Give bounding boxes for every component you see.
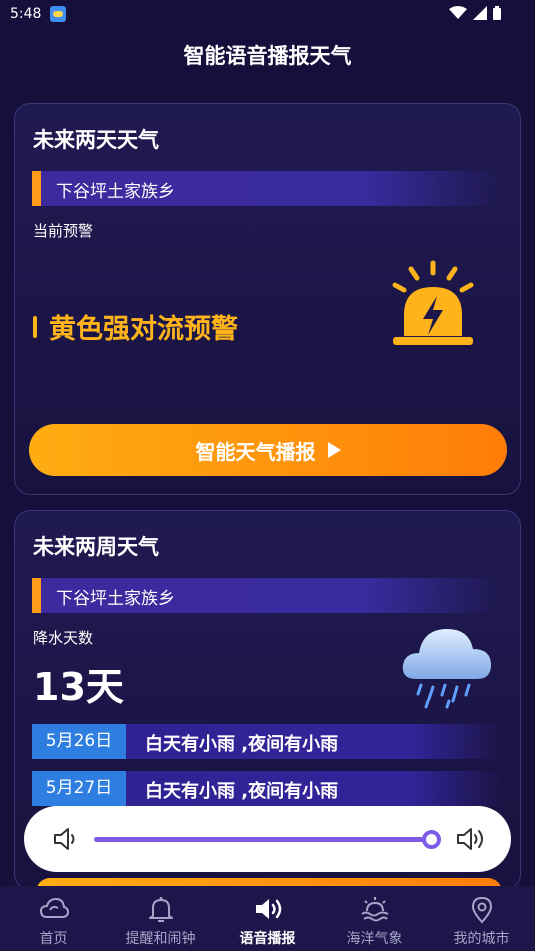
card-title: 未来两天天气 xyxy=(33,128,159,152)
cloud-icon xyxy=(39,897,69,918)
battery-icon xyxy=(493,6,501,20)
nav-item-my-cities[interactable]: 我的城市 xyxy=(428,886,535,951)
location-bar: 下谷坪土家族乡 xyxy=(32,578,502,613)
location-name: 下谷坪土家族乡 xyxy=(56,182,175,202)
sunrise-sea-icon xyxy=(360,897,388,922)
app-screen: 5:48 智能语音播报天气 未来两天天气 下谷坪土家族乡 当前预警 黄色强对流预… xyxy=(0,0,535,951)
nav-item-home[interactable]: 首页 xyxy=(0,886,107,951)
warning-value: 黄色强对流预警 xyxy=(49,314,238,345)
location-pin-icon xyxy=(471,896,492,924)
forecast-desc: 白天有小雨 ,夜间有小雨 xyxy=(145,781,339,802)
rain-cloud-icon xyxy=(402,629,491,709)
volume-panel xyxy=(24,806,511,872)
bottom-navigation: 首页 提醒和闹钟 语音播报 海洋气象 我的城市 xyxy=(0,886,535,951)
broadcast-button-label: 智能天气播报 xyxy=(195,439,316,464)
warning-accent xyxy=(33,315,37,338)
status-bar: 5:48 xyxy=(0,0,535,30)
warning-text: 黄色强对流预警 xyxy=(33,307,238,346)
volume-slider[interactable] xyxy=(94,830,442,849)
two-day-weather-card: 未来两天天气 下谷坪土家族乡 当前预警 黄色强对流预警 智能天气播报 xyxy=(14,103,521,495)
volume-slider-fill xyxy=(94,837,432,842)
location-bar: 下谷坪土家族乡 xyxy=(32,171,502,206)
speaker-icon xyxy=(255,899,281,919)
location-accent xyxy=(32,171,41,206)
volume-down-icon[interactable] xyxy=(52,826,80,852)
forecast-day-row: 5月26日 白天有小雨 ,夜间有小雨 xyxy=(32,724,502,759)
location-name: 下谷坪土家族乡 xyxy=(56,589,175,609)
weather-app-icon xyxy=(50,6,66,22)
nav-item-voice-broadcast[interactable]: 语音播报 xyxy=(214,886,321,951)
forecast-desc: 白天有小雨 ,夜间有小雨 xyxy=(145,734,339,755)
nav-label: 我的城市 xyxy=(453,931,510,947)
play-icon xyxy=(327,442,341,458)
location-accent xyxy=(32,578,41,613)
nav-label: 语音播报 xyxy=(239,931,296,947)
nav-item-marine-weather[interactable]: 海洋气象 xyxy=(321,886,428,951)
nav-label: 首页 xyxy=(39,931,68,947)
forecast-day-row: 5月27日 白天有小雨 ,夜间有小雨 xyxy=(32,771,502,806)
precip-days-value: 13天 xyxy=(33,665,124,709)
nav-label: 提醒和闹钟 xyxy=(125,931,196,947)
forecast-date: 5月27日 xyxy=(32,771,126,806)
nav-item-reminders[interactable]: 提醒和闹钟 xyxy=(107,886,214,951)
system-status-icons xyxy=(448,6,501,24)
status-time: 5:48 xyxy=(10,6,42,22)
page-title: 智能语音播报天气 xyxy=(183,44,352,68)
precip-label: 降水天数 xyxy=(33,629,94,647)
forecast-date: 5月26日 xyxy=(32,724,126,759)
nav-label: 海洋气象 xyxy=(346,931,403,947)
wifi-icon xyxy=(448,6,467,19)
bell-icon xyxy=(148,897,173,922)
volume-up-icon[interactable] xyxy=(455,826,487,852)
alarm-light-icon xyxy=(392,260,474,345)
card-title: 未来两周天气 xyxy=(33,535,159,559)
volume-slider-thumb[interactable] xyxy=(422,830,442,849)
warning-label: 当前预警 xyxy=(33,222,94,240)
signal-icon xyxy=(472,6,487,20)
smart-broadcast-button[interactable]: 智能天气播报 xyxy=(29,424,507,476)
